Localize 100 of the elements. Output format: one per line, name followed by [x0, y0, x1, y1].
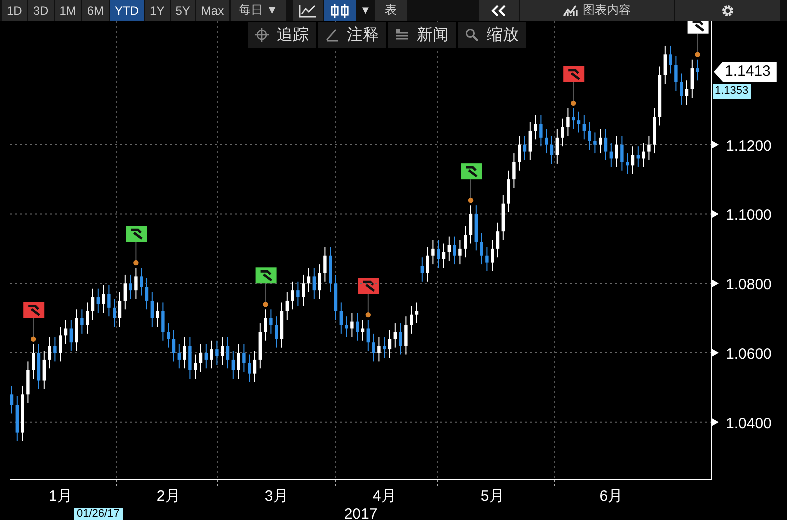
range-button[interactable]: YTD — [110, 0, 144, 21]
collapse-button[interactable] — [479, 0, 519, 21]
candlestick — [685, 80, 689, 106]
frequency-dropdown[interactable]: 每日 ▼ — [231, 0, 286, 21]
range-button[interactable]: 6M — [82, 0, 110, 21]
candlestick — [307, 268, 311, 293]
candlestick — [291, 281, 294, 310]
flag-marker[interactable] — [564, 66, 585, 106]
candlestick — [518, 136, 522, 172]
candlestick — [528, 122, 532, 161]
candlestick — [264, 309, 268, 342]
caret-icon[interactable]: ▼ — [357, 0, 374, 21]
candlestick — [658, 66, 662, 126]
crosshair-icon — [255, 28, 269, 42]
tool-button[interactable]: 缩放 — [458, 22, 526, 48]
range-button[interactable]: 1D — [2, 0, 28, 21]
chart-contents-button[interactable]: 图表内容 — [520, 0, 674, 21]
candlestick — [577, 111, 581, 134]
range-button[interactable]: Max — [196, 0, 230, 21]
candlestick — [491, 240, 494, 272]
candlestick — [502, 194, 505, 241]
candlestick — [561, 118, 564, 148]
candlestick — [604, 128, 608, 161]
candlestick — [113, 298, 116, 328]
candlestick — [464, 226, 468, 258]
candlestick — [210, 340, 214, 370]
tool-button[interactable]: 追踪 — [248, 22, 316, 48]
candlestick — [10, 385, 14, 414]
range-button[interactable]: 1M — [54, 0, 82, 21]
settings-button[interactable] — [675, 0, 780, 21]
flag-marker[interactable] — [24, 302, 45, 342]
candlestick — [286, 292, 289, 321]
candlestick — [372, 333, 376, 362]
line-chart-button[interactable] — [293, 0, 324, 21]
candlestick — [48, 336, 52, 370]
candlestick — [318, 264, 322, 300]
flag-marker[interactable] — [688, 21, 709, 58]
flag-marker[interactable] — [358, 278, 380, 318]
candlestick — [690, 59, 694, 99]
range-button[interactable]: 3D — [28, 0, 54, 21]
candlestick — [631, 146, 635, 175]
double-chevron-left-icon — [491, 4, 507, 16]
table-button[interactable]: 表 — [375, 0, 408, 21]
candlestick — [296, 281, 300, 307]
last-price-tag: 1.1413 — [714, 62, 777, 82]
chart-icon — [563, 4, 579, 17]
candlestick — [453, 236, 456, 266]
candlestick — [86, 302, 90, 334]
candlestick — [674, 56, 678, 92]
tool-button[interactable]: 新闻 — [388, 22, 456, 48]
candlestick — [54, 336, 57, 362]
candlestick — [108, 284, 111, 318]
range-button[interactable]: 1Y — [145, 0, 170, 21]
candlestick — [91, 288, 95, 321]
candlestick — [183, 336, 186, 370]
candlestick — [507, 170, 510, 213]
candlestick — [404, 316, 408, 356]
y-axis-label: 1.0800 — [726, 276, 772, 294]
tool-button[interactable]: 注释 — [318, 22, 386, 48]
flag-marker[interactable] — [256, 268, 277, 308]
candlestick — [102, 284, 106, 314]
month-label: 2月 — [156, 488, 180, 505]
month-label: 5月 — [480, 488, 504, 505]
candlestick — [350, 312, 354, 338]
candlestick — [312, 268, 316, 300]
candlestick — [615, 136, 618, 168]
candlestick — [415, 302, 419, 324]
candlestick — [134, 268, 138, 300]
candlestick-button[interactable] — [324, 0, 356, 21]
candlestick — [232, 350, 235, 380]
candlestick — [378, 336, 381, 362]
candlestick — [610, 142, 613, 168]
candlestick — [70, 320, 73, 352]
flag-marker[interactable] — [126, 226, 148, 266]
candlestick — [496, 222, 500, 258]
candlestick — [172, 330, 176, 362]
candlestick — [448, 236, 451, 262]
candlestick — [253, 350, 257, 383]
y-axis-label: 1.0600 — [726, 346, 772, 364]
range-button[interactable]: 5Y — [170, 0, 196, 21]
candlestick — [270, 309, 273, 334]
flag-marker[interactable] — [461, 164, 482, 204]
candlestick — [80, 309, 84, 334]
candlestick — [550, 136, 554, 164]
candlestick — [26, 361, 30, 404]
candlestick — [648, 136, 651, 161]
candlestick — [340, 302, 343, 334]
candlestick — [653, 108, 656, 154]
candlestick — [512, 153, 516, 189]
month-label: 1月 — [48, 488, 72, 505]
y-axis-label: 1.0400 — [726, 415, 772, 432]
candlestick — [588, 122, 592, 151]
candlestick — [194, 354, 198, 380]
candlestick — [696, 59, 700, 82]
candlestick — [626, 153, 630, 175]
candlestick — [469, 205, 473, 244]
candlestick — [540, 114, 543, 148]
candlestick — [150, 292, 154, 328]
candlestick — [420, 257, 424, 282]
candlestick — [124, 274, 127, 310]
